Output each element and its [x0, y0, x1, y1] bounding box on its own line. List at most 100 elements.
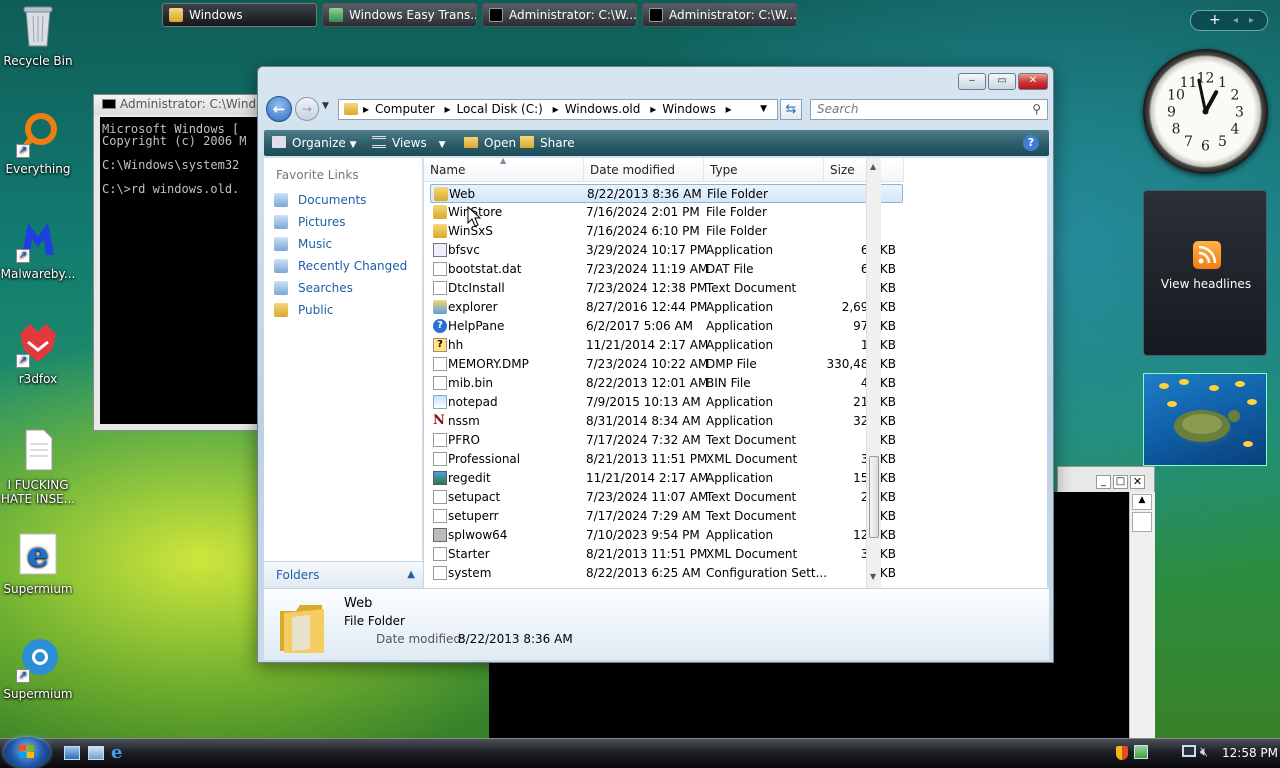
back-button[interactable]: ← [266, 96, 292, 122]
column-header-name[interactable]: Name ▲ [424, 156, 584, 182]
desktop-icon-r3dfox[interactable]: ↗ r3dfox [0, 320, 76, 386]
console-scrollbar[interactable]: ▲ [1129, 492, 1155, 738]
file-row[interactable]: ?hh 11/21/2014 2:17 AMApplication 17 KB [430, 336, 903, 355]
desktop-icon-text-file[interactable]: I FUCKING HATE INSE... [0, 426, 76, 506]
scroll-up-arrow-icon[interactable]: ▲ [1132, 494, 1152, 510]
help-button[interactable]: ? [1023, 135, 1039, 151]
cmd-console[interactable]: Microsoft Windows [Copyright (c) 2006 MC… [100, 117, 267, 424]
close-button[interactable]: ✕ [1018, 73, 1048, 90]
file-row[interactable]: explorer 8/27/2016 12:44 PM Application 2,6… [430, 298, 903, 317]
file-row[interactable]: bootstat.dat 7/23/2024 11:19 AMDAT File 66… [430, 260, 903, 279]
nav-item-pictures[interactable]: Pictures [274, 213, 346, 231]
scroll-thumb[interactable] [1132, 512, 1152, 532]
explorer-window[interactable]: ‒ ▭ ✕ ← → ▼ ▸ Computer ▸ Local Disk (C:) ▸… [257, 66, 1054, 663]
nav-item-documents[interactable]: Documents [274, 191, 366, 209]
file-row[interactable]: system 8/22/2013 6:25 AM Configuration Set… [430, 564, 903, 583]
desktop-icon-everything[interactable]: ↗ Everything [0, 110, 76, 176]
breadcrumb-windows-old[interactable]: Windows.old [565, 102, 641, 116]
scroll-up-arrow-icon[interactable]: ▲ [870, 162, 876, 171]
desktop-icon-supermium-1[interactable]: e Supermium [0, 530, 76, 596]
column-header-label: Size [830, 163, 855, 177]
file-row[interactable]: setupact 7/23/2024 11:07 AMText Document 2… [430, 488, 903, 507]
organize-button[interactable]: Organize ▼ [272, 130, 357, 156]
file-row[interactable]: regedit 11/21/2014 2:17 AM Application 151 … [430, 469, 903, 488]
taskbar-item-easy-transfer[interactable]: Windows Easy Trans... [322, 3, 477, 27]
add-gadget-button[interactable]: + [1209, 11, 1221, 29]
feed-label[interactable]: View headlines [1144, 277, 1268, 291]
file-row[interactable]: notepad 7/9/2015 10:13 AM Application 216 K… [430, 393, 903, 412]
minimize-button[interactable]: ‒ [958, 73, 986, 90]
switch-windows-icon[interactable] [88, 746, 104, 760]
maximize-button[interactable]: ▭ [988, 73, 1016, 90]
nav-item-recently-changed[interactable]: Recently Changed [274, 257, 407, 275]
scroll-down-arrow-icon[interactable]: ▼ [870, 572, 876, 581]
show-desktop-icon[interactable] [64, 746, 80, 760]
taskbar-item-cmd-2[interactable]: Administrator: C:\W... [642, 3, 797, 27]
desktop-icon-malwarebytes[interactable]: ↗ Malwareby... [0, 215, 76, 281]
nav-item-music[interactable]: Music [274, 235, 332, 253]
file-row[interactable]: ? HelpPane 6/2/2017 5:06 AM Application 979 … [430, 317, 903, 336]
address-dropdown-icon[interactable]: ▼ [760, 100, 767, 119]
windows-logo-icon [19, 745, 34, 758]
volume-muted-icon[interactable]: 🔇︎ [1200, 740, 1208, 766]
start-button[interactable] [4, 737, 50, 768]
folders-toggle[interactable]: Folders ▲ [264, 561, 423, 588]
breadcrumb-local-disk[interactable]: Local Disk (C:) [457, 102, 543, 116]
tray-clock[interactable]: 12:58 PM [1222, 740, 1278, 766]
network-monitors-icon[interactable] [1182, 745, 1196, 757]
file-row[interactable]: WinStore 7/16/2024 2:01 PM File Folder [430, 203, 903, 222]
file-row[interactable]: PFRO 7/17/2024 7:32 AM Text Document 5 KB [430, 431, 903, 450]
column-header-type[interactable]: Type [704, 158, 824, 182]
close-button[interactable]: ✕ [1130, 475, 1145, 489]
file-name: notepad [448, 395, 498, 409]
file-row[interactable]: Starter 8/21/2013 11:51 PMXML Document 36 … [430, 545, 903, 564]
slideshow-gadget[interactable] [1143, 373, 1267, 466]
taskbar-item-windows[interactable]: Windows [162, 3, 317, 27]
file-row[interactable]: MEMORY.DMP 7/23/2024 10:22 AM DMP File 330,… [430, 355, 903, 374]
desktop-icon-label: Supermium [3, 687, 73, 701]
scroll-thumb[interactable] [869, 456, 879, 538]
file-row[interactable]: Professional 8/21/2013 11:51 PM XML Docume… [430, 450, 903, 469]
column-header-date-modified[interactable]: Date modified [584, 158, 704, 182]
desktop-icon-recycle-bin[interactable]: Recycle Bin [0, 2, 76, 68]
minimize-button[interactable]: _ [1096, 475, 1111, 489]
file-date-modified: 8/27/2016 12:44 PM [586, 300, 708, 314]
column-header-size[interactable]: Size [824, 158, 904, 182]
open-button[interactable]: Open [464, 130, 516, 156]
file-row[interactable]: WinSxS 7/16/2024 6:10 PM File Folder [430, 222, 903, 241]
maximize-button[interactable]: □ [1113, 475, 1128, 489]
forward-button[interactable]: → [295, 97, 319, 121]
file-row[interactable]: Nnssm 8/31/2014 8:34 AM Application 324 KB [430, 412, 903, 431]
search-icon[interactable]: ⚲ [1032, 100, 1041, 119]
file-list-scrollbar[interactable]: ▲ ▼ [866, 158, 881, 588]
file-row[interactable]: setuperr 7/17/2024 7:29 AM Text Document 0 … [430, 507, 903, 526]
share-button[interactable]: Share [520, 130, 575, 156]
nav-item-public[interactable]: Public [274, 301, 334, 319]
clock-numeral: 5 [1218, 134, 1227, 150]
file-row[interactable]: Web 8/22/2013 8:36 AM File Folder [430, 184, 903, 203]
network-icon[interactable] [1134, 745, 1148, 759]
internet-explorer-icon[interactable]: e [111, 742, 122, 763]
history-dropdown-icon[interactable]: ▼ [322, 101, 329, 111]
file-row[interactable]: mib.bin 8/22/2013 12:01 AMBIN File 43 KB [430, 374, 903, 393]
clock-gadget[interactable]: 12 1 2 3 4 5 6 7 8 9 10 11 [1143, 49, 1268, 174]
previous-page-icon[interactable]: ◂ [1233, 12, 1238, 30]
refresh-button[interactable]: ⇆ [780, 99, 802, 120]
file-row[interactable]: splwow64 7/10/2023 9:54 PM Application 127 … [430, 526, 903, 545]
taskbar-item-cmd-1[interactable]: Administrator: C:\W... [482, 3, 637, 27]
security-shield-icon[interactable] [1116, 746, 1128, 760]
nav-item-searches[interactable]: Searches [274, 279, 353, 297]
cmd-window[interactable]: Administrator: C:\Windows Microsoft Wind… [93, 94, 268, 431]
file-row[interactable]: DtcInstall 7/23/2024 12:38 PM Text Documen… [430, 279, 903, 298]
desktop-icon-supermium-2[interactable]: ↗ Supermium [0, 635, 76, 701]
file-type: XML Document [706, 452, 798, 466]
search-input[interactable]: Search ⚲ [810, 99, 1048, 120]
next-page-icon[interactable]: ▸ [1249, 12, 1254, 30]
breadcrumb-windows[interactable]: Windows [662, 102, 716, 116]
views-button[interactable]: Views ▼ [372, 130, 445, 156]
feed-headlines-gadget[interactable]: View headlines [1143, 190, 1267, 356]
file-row[interactable]: bfsvc 3/29/2024 10:17 PMApplication 64 KB [430, 241, 903, 260]
address-bar[interactable]: ▸ Computer ▸ Local Disk (C:) ▸ Windows.old … [338, 99, 778, 120]
breadcrumb-computer[interactable]: Computer [375, 102, 435, 116]
cmd-titlebar[interactable]: Administrator: C:\Windows [94, 95, 267, 115]
